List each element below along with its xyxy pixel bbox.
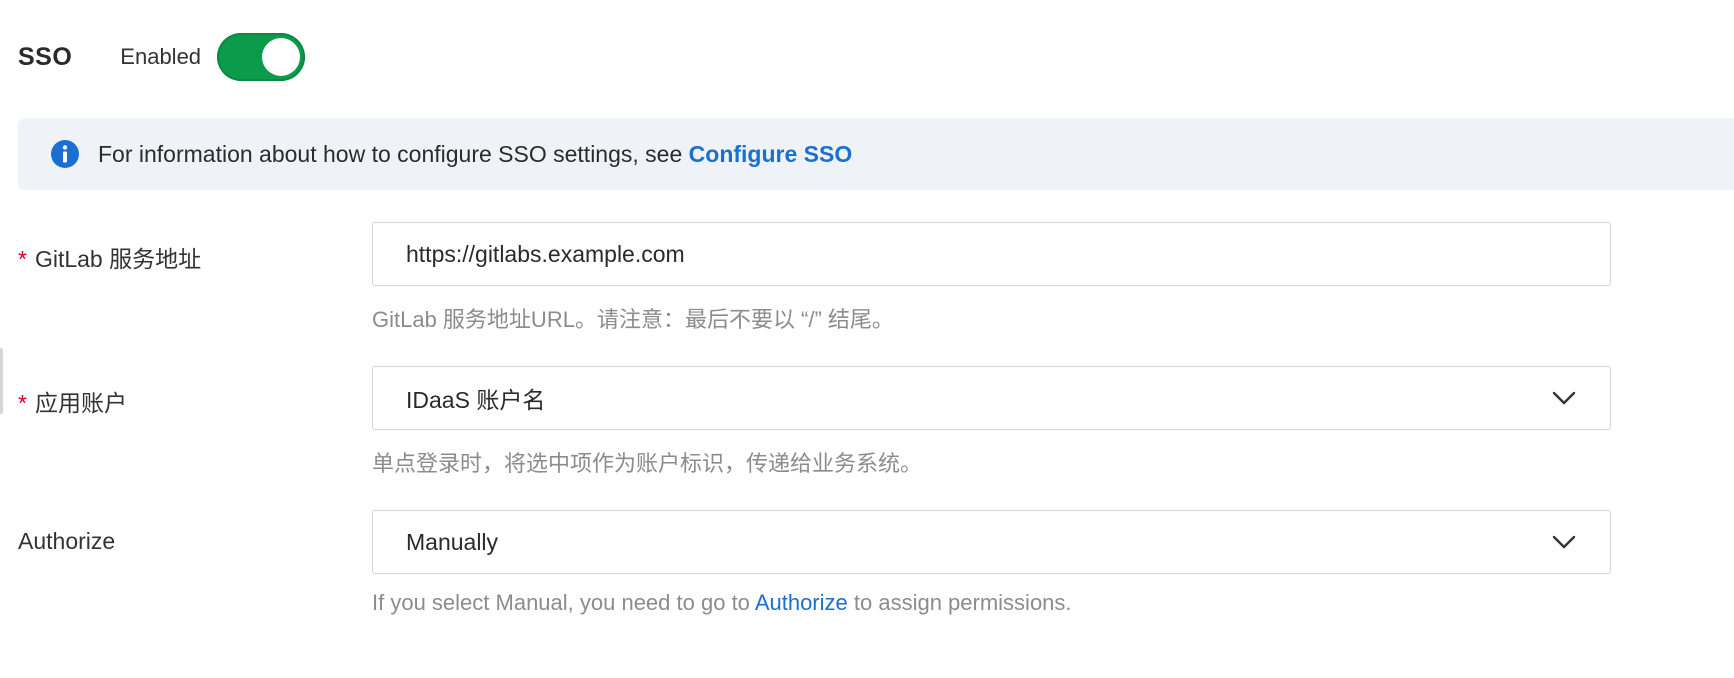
authorize-help-suffix: to assign permissions. [847,590,1072,615]
info-message: For information about how to configure S… [98,140,689,167]
gitlab-url-input[interactable] [406,240,1610,268]
required-mark: * [18,390,27,416]
gitlab-url-label-text: GitLab 服务地址 [34,246,202,272]
authorize-help: If you select Manual, you need to go to … [372,590,1072,616]
authorize-label: Authorize [18,528,116,554]
required-mark: * [18,246,27,272]
authorize-link[interactable]: Authorize [755,590,848,615]
side-panel-handle[interactable] [0,348,3,414]
authorize-selected-value: Manually [406,528,499,555]
toggle-knob [262,38,301,76]
configure-sso-link[interactable]: Configure SSO [689,141,853,167]
app-account-selected-value: IDaaS 账户名 [406,387,546,413]
sso-enabled-toggle[interactable] [217,33,306,81]
app-account-select[interactable]: IDaaS 账户名 [372,366,1611,430]
gitlab-url-label: * GitLab 服务地址 [18,240,201,274]
chevron-down-icon [1552,530,1576,554]
app-account-help: 单点登录时，将选中项作为账户标识，传递给业务系统。 [372,451,923,476]
toggle-label: Enabled [120,44,202,69]
chevron-down-icon [1552,386,1576,410]
info-circle-icon [50,139,80,169]
info-banner: For information about how to configure S… [18,118,1734,190]
info-text: For information about how to configure S… [98,141,852,168]
authorize-select[interactable]: Manually [372,510,1611,574]
app-account-label: * 应用账户 [18,384,127,418]
gitlab-url-field-box [372,222,1611,286]
section-title: SSO [18,42,73,71]
app-account-label-text: 应用账户 [34,390,127,416]
authorize-help-prefix: If you select Manual, you need to go to [372,590,755,615]
gitlab-url-help: GitLab 服务地址URL。请注意：最后不要以 “/” 结尾。 [372,307,894,332]
sso-header: SSO Enabled [18,32,306,82]
sso-settings-page: SSO Enabled For information about how to… [0,0,1734,678]
